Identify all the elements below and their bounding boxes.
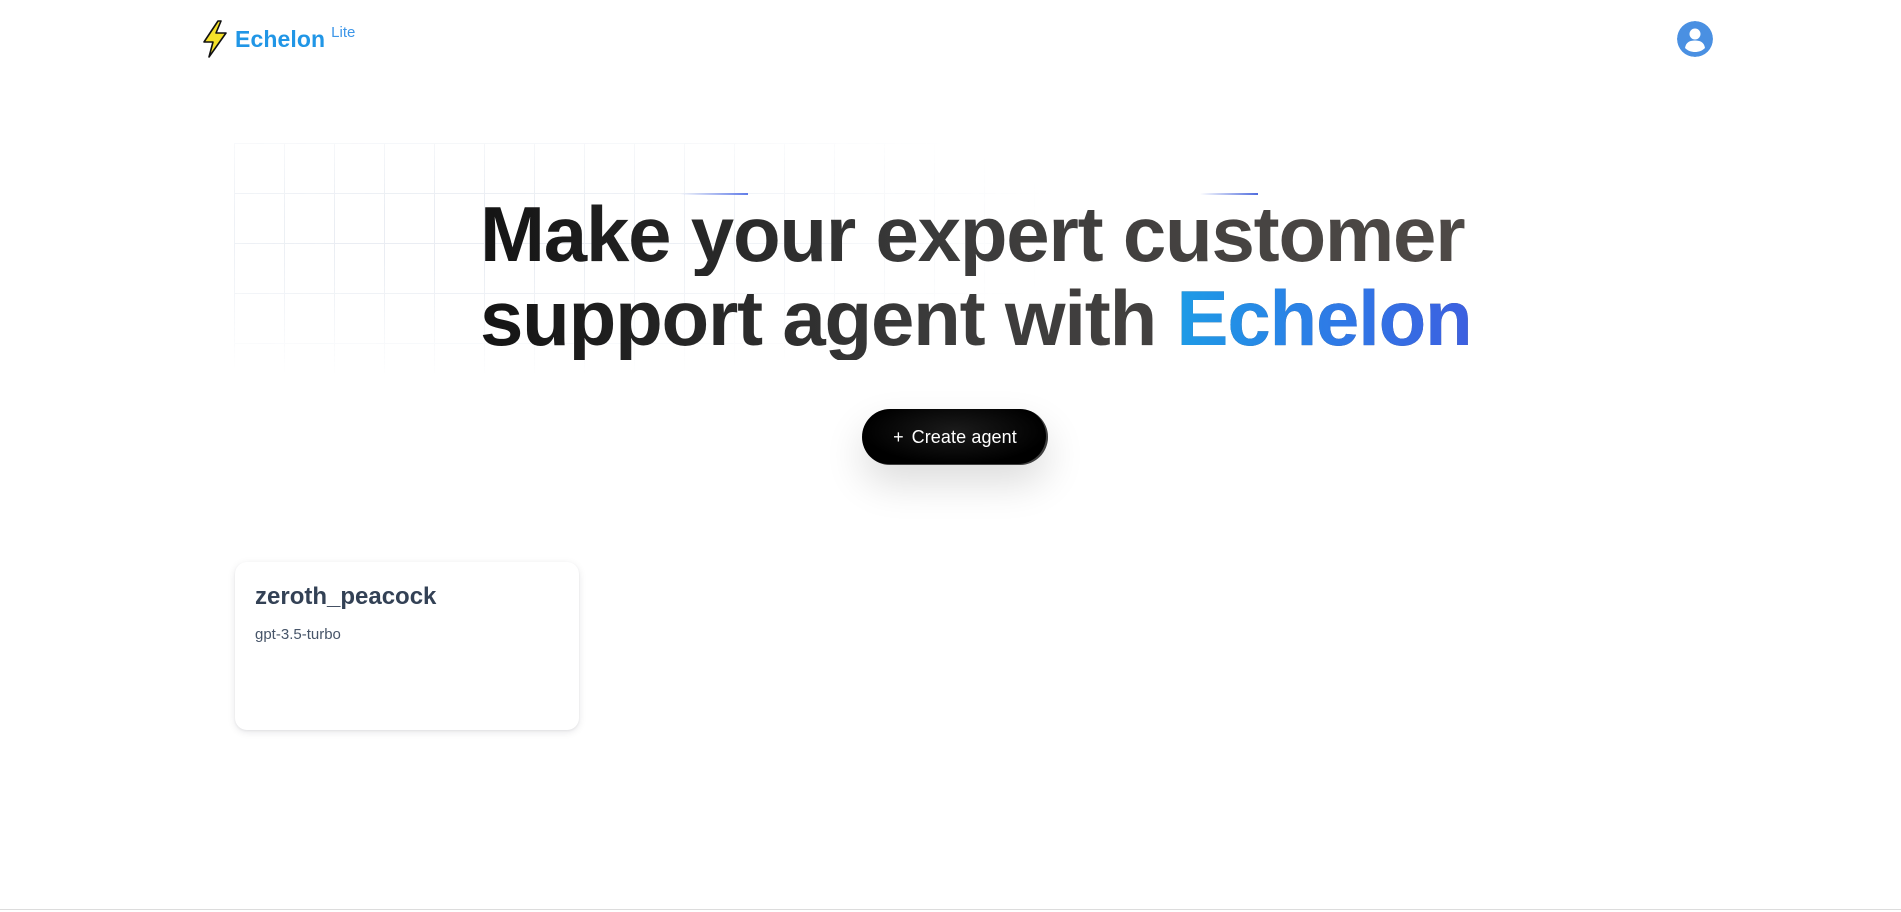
brand-badge: Lite [331,24,356,41]
create-agent-label: Create agent [911,426,1017,447]
agent-model: gpt-3.5-turbo [255,626,341,643]
lightning-bolt-icon [203,20,227,58]
page: Echelon Lite Make your expert customer s… [0,0,1901,912]
agent-name: zeroth_peacock [255,583,437,610]
headline-line-2-text: support agent with [480,274,1177,362]
headline-line-2: support agent with Echelon [480,274,1473,362]
agent-card[interactable]: zeroth_peacock gpt-3.5-turbo [235,562,579,730]
hero-headline: Make your expert customer support agent … [480,192,1473,362]
brand-logo-link[interactable]: Echelon Lite [201,20,355,58]
user-avatar-icon[interactable] [1677,21,1713,57]
headline-brand: Echelon [1176,274,1473,362]
plus-icon: + [893,427,904,447]
brand-name: Echelon [235,26,326,52]
create-agent-button[interactable]: + Create agent [862,409,1048,465]
bottom-divider [0,909,1901,910]
headline-line-1: Make your expert customer [480,192,1472,276]
